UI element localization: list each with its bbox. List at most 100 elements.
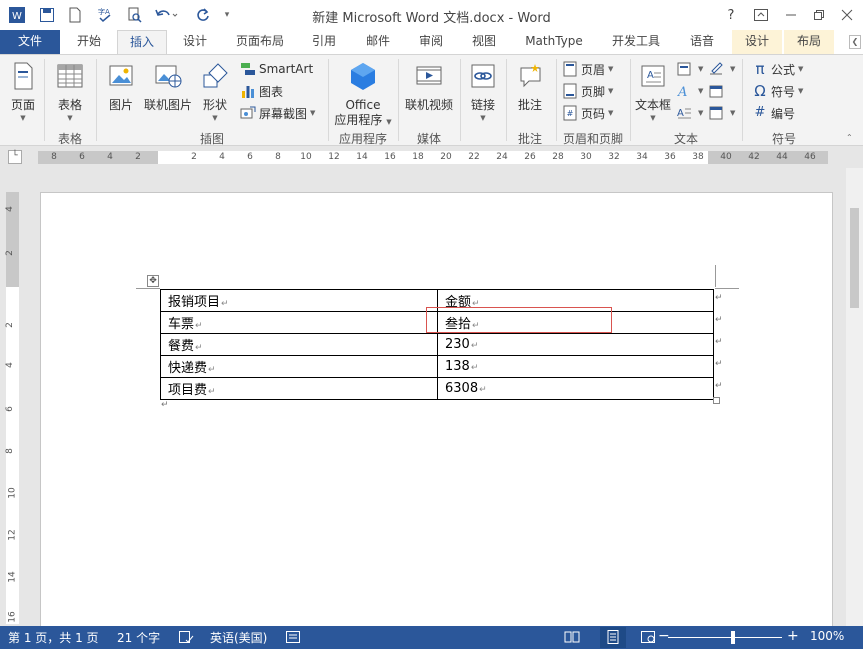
omega-icon: Ω — [754, 82, 766, 100]
ruler-tick: 4 — [107, 152, 113, 162]
proofing-icon[interactable] — [178, 629, 194, 648]
language-indicator[interactable]: 英语(美国) — [210, 629, 267, 646]
screenshot-button[interactable]: 屏幕截图 ▼ — [240, 103, 315, 123]
tab-table-design[interactable]: 设计 — [732, 30, 782, 54]
table-cell-amount[interactable]: 230↵ — [437, 333, 714, 356]
table-cell-item[interactable]: 车票↵ — [160, 311, 438, 334]
restore-icon[interactable] — [808, 4, 830, 26]
table-button[interactable]: 表格 ▼ — [50, 59, 90, 125]
zoom-level[interactable]: 100% — [810, 629, 844, 643]
scrollbar-thumb[interactable] — [850, 208, 859, 308]
tab-selector-icon[interactable]: └ — [8, 150, 22, 164]
equation-button[interactable]: π 公式 ▼ — [752, 59, 803, 79]
ruler-tick: 8 — [51, 152, 57, 162]
tab-home[interactable]: 开始 — [66, 30, 112, 54]
online-pictures-button[interactable]: 联机图片 — [142, 59, 194, 125]
shapes-button[interactable]: 形状 ▼ — [196, 59, 234, 125]
ruler-tick: 16 — [7, 611, 18, 623]
print-layout-icon[interactable] — [600, 627, 626, 648]
table-resize-handle[interactable] — [713, 397, 720, 404]
table-cell-amount[interactable]: 6308↵ — [437, 377, 714, 400]
vertical-ruler[interactable]: 4 2 2 4 6 8 10 12 14 16 — [5, 192, 19, 624]
online-video-icon — [416, 66, 442, 85]
links-button[interactable]: 链接 ▼ — [464, 59, 502, 125]
table-row[interactable]: 餐费↵ 230↵ — [160, 333, 714, 356]
symbol-button[interactable]: Ω 符号 ▼ — [752, 81, 803, 101]
web-layout-icon[interactable] — [640, 629, 656, 648]
vertical-scrollbar[interactable] — [846, 168, 863, 626]
header-button[interactable]: 页眉 ▼ — [562, 59, 613, 79]
minimize-icon[interactable] — [780, 4, 802, 26]
zoom-out-icon[interactable]: − — [658, 628, 670, 644]
signature-line-button[interactable]: ▼ — [708, 59, 735, 79]
date-time-button[interactable] — [708, 81, 727, 101]
smartart-icon — [241, 63, 255, 75]
tab-table-layout[interactable]: 布局 — [784, 30, 834, 54]
object-button[interactable]: ▼ — [708, 103, 735, 123]
table-cell-item[interactable]: 快递费↵ — [160, 355, 438, 378]
tab-developer[interactable]: 开发工具 — [600, 30, 672, 54]
ruler-tick: 12 — [328, 152, 340, 162]
page-count[interactable]: 第 1 页，共 1 页 — [8, 629, 99, 646]
table-row[interactable]: 快递费↵ 138↵ — [160, 355, 714, 378]
ruler-tick: 14 — [7, 571, 18, 583]
tab-page-layout[interactable]: 页面布局 — [226, 30, 294, 54]
tab-view[interactable]: 视图 — [462, 30, 506, 54]
table-move-handle-icon[interactable]: ✥ — [147, 275, 159, 287]
close-icon[interactable] — [836, 4, 858, 26]
chart-button[interactable]: 图表 — [240, 81, 283, 101]
document-page[interactable]: ✥ 报销项目↵ 金额↵ 车票↵ 叁拾↵ 餐费↵ 230↵ 快递费↵ 138↵ 项目费↵ 6308↵… — [40, 192, 833, 632]
tab-file[interactable]: 文件 — [0, 30, 60, 54]
horizontal-ruler[interactable]: 8 6 4 2 2 4 6 8 10 12 14 16 18 20 22 24 26 28 30 32 34 36 38 40… — [38, 151, 828, 164]
tab-mathtype[interactable]: MathType — [516, 30, 592, 54]
help-button[interactable]: ? — [720, 4, 742, 26]
page-number-button[interactable]: # 页码 ▼ — [562, 103, 613, 123]
table-cell-item[interactable]: 餐费↵ — [160, 333, 438, 356]
zoom-slider[interactable] — [668, 637, 782, 638]
ruler-tick: 44 — [776, 152, 788, 162]
page-number-icon: # — [563, 105, 577, 121]
wordart-icon: A — [677, 85, 687, 99]
pages-button[interactable]: 页面 ▼ — [4, 59, 42, 125]
comment-button[interactable]: 批注 — [510, 59, 550, 125]
tab-review[interactable]: 审阅 — [408, 30, 454, 54]
smartart-button[interactable]: SmartArt — [240, 59, 313, 79]
tab-design[interactable]: 设计 — [172, 30, 218, 54]
macro-record-icon[interactable] — [285, 629, 301, 648]
page-icon — [14, 62, 33, 90]
numbering-button[interactable]: # 编号 — [752, 103, 795, 123]
collapse-ribbon-icon[interactable]: ❮ — [849, 35, 861, 49]
textbox-button[interactable]: A 文本框 ▼ — [634, 59, 672, 125]
table-cell-item[interactable]: 报销项目↵ — [160, 289, 438, 312]
group-label-symbols: 符号 — [771, 132, 796, 146]
footer-button[interactable]: 页脚 ▼ — [562, 81, 613, 101]
ribbon-display-options-icon[interactable] — [750, 4, 772, 26]
ruler-tick: 10 — [300, 152, 312, 162]
object-icon — [709, 106, 723, 120]
tab-references[interactable]: 引用 — [302, 30, 346, 54]
table-row[interactable]: 项目费↵ 6308↵ — [160, 377, 714, 400]
wordart-button[interactable]: A ▼ — [676, 81, 703, 101]
tab-language[interactable]: 语音 — [680, 30, 724, 54]
word-count[interactable]: 21 个字 — [117, 629, 160, 646]
textbox-icon: A — [641, 65, 665, 87]
tab-mailings[interactable]: 邮件 — [356, 30, 400, 54]
office-apps-button[interactable]: Office 应用程序 ▼ — [332, 59, 394, 127]
tab-insert[interactable]: 插入 — [117, 30, 167, 54]
hash-icon: # — [754, 105, 766, 120]
collapse-ribbon-caret-icon[interactable]: ⌃ — [846, 127, 853, 147]
zoom-in-icon[interactable]: + — [787, 628, 799, 644]
table-cell-item[interactable]: 项目费↵ — [160, 377, 438, 400]
quick-parts-button[interactable]: ▼ — [676, 59, 703, 79]
zoom-slider-thumb[interactable] — [731, 631, 735, 644]
ruler-tick: 36 — [664, 152, 676, 162]
shapes-icon — [203, 63, 228, 88]
online-video-button[interactable]: 联机视频 — [402, 59, 456, 125]
group-label-comments: 批注 — [517, 132, 542, 146]
read-mode-icon[interactable] — [564, 629, 580, 648]
drop-cap-button[interactable]: A ▼ — [676, 103, 703, 123]
pictures-button[interactable]: 图片 — [102, 59, 140, 125]
picture-icon — [109, 65, 133, 86]
table-cell-amount[interactable]: 138↵ — [437, 355, 714, 378]
expense-table[interactable]: 报销项目↵ 金额↵ 车票↵ 叁拾↵ 餐费↵ 230↵ 快递费↵ 138↵ 项目费↵ 6308↵ — [160, 289, 714, 400]
